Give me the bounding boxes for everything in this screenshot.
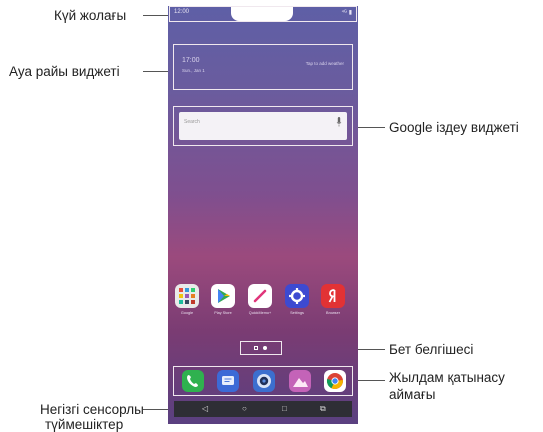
play-store-icon (218, 289, 230, 303)
search-placeholder: Search (184, 119, 200, 125)
chrome-icon (326, 373, 343, 389)
leader-google-search-widget (355, 127, 385, 128)
dock-messages[interactable] (217, 370, 239, 392)
phone-icon (187, 375, 198, 387)
page-dot (263, 346, 267, 350)
phone-screen: 12:00 ⁴ᴳ ▮ 17:00 Sun., Jan 1 Tap to add … (168, 6, 358, 424)
callout-quick-access-line1: Жылдам қатынасу (389, 370, 505, 385)
callout-home-touch-line1: Негізгі сенсорлы (40, 402, 144, 417)
callout-google-search-widget: Google іздеу виджеті (389, 120, 519, 135)
weather-tap-label: Tap to add weather (305, 61, 344, 66)
callout-quick-access-line2: аймағы (389, 387, 436, 402)
home-page-dot (254, 346, 258, 350)
callout-status-bar: Күй жолағы (54, 8, 127, 23)
overview-icon[interactable]: □ (282, 404, 287, 414)
folder-icon (179, 288, 195, 304)
app-settings[interactable] (285, 284, 309, 308)
app-quickmemo[interactable] (248, 284, 272, 308)
back-icon[interactable]: ◁ (202, 404, 208, 414)
quick-access-area (173, 366, 353, 396)
message-icon (222, 376, 234, 385)
app-label-settings: Settings (290, 311, 304, 315)
dock-gallery[interactable] (289, 370, 311, 392)
callout-home-touch-line2: түймешіктер (45, 417, 124, 432)
gear-icon (289, 288, 305, 304)
leader-weather-widget (143, 71, 169, 72)
memo-icon (253, 289, 267, 303)
weather-date: Sun., Jan 1 (182, 68, 205, 73)
home-icon[interactable]: ○ (242, 404, 247, 414)
leader-status-bar (143, 15, 169, 16)
app-play-store[interactable] (211, 284, 235, 308)
yandex-icon (328, 289, 336, 303)
dual-window-icon[interactable]: ⧉ (320, 404, 326, 414)
app-label-google: Google (180, 311, 194, 315)
app-browser[interactable] (321, 284, 345, 308)
dock-phone[interactable] (182, 370, 204, 392)
callout-weather-widget: Ауа райы виджеті (9, 64, 120, 79)
weather-widget[interactable]: 17:00 Sun., Jan 1 Tap to add weather (173, 44, 353, 90)
camera-icon (257, 374, 271, 388)
page-indicator[interactable] (240, 341, 282, 355)
microphone-icon[interactable] (336, 116, 342, 128)
dock-chrome[interactable] (324, 370, 346, 392)
leader-quick-access (357, 380, 385, 381)
app-label-play-store: Play Store (214, 311, 232, 315)
callout-page-indicator: Бет белгішесі (389, 342, 474, 357)
app-google-folder[interactable] (175, 284, 199, 308)
weather-time: 17:00 (182, 57, 200, 64)
app-label-browser: Browser (326, 311, 340, 315)
gallery-icon (293, 378, 308, 387)
google-search-widget[interactable]: Search (173, 106, 353, 146)
home-touch-buttons: ◁ ○ □ ⧉ (174, 401, 352, 417)
status-bar-highlight (169, 6, 357, 22)
app-label-quickmemo: QuickMemo+ (248, 311, 272, 315)
search-input[interactable]: Search (179, 112, 347, 140)
dock-camera[interactable] (253, 370, 275, 392)
